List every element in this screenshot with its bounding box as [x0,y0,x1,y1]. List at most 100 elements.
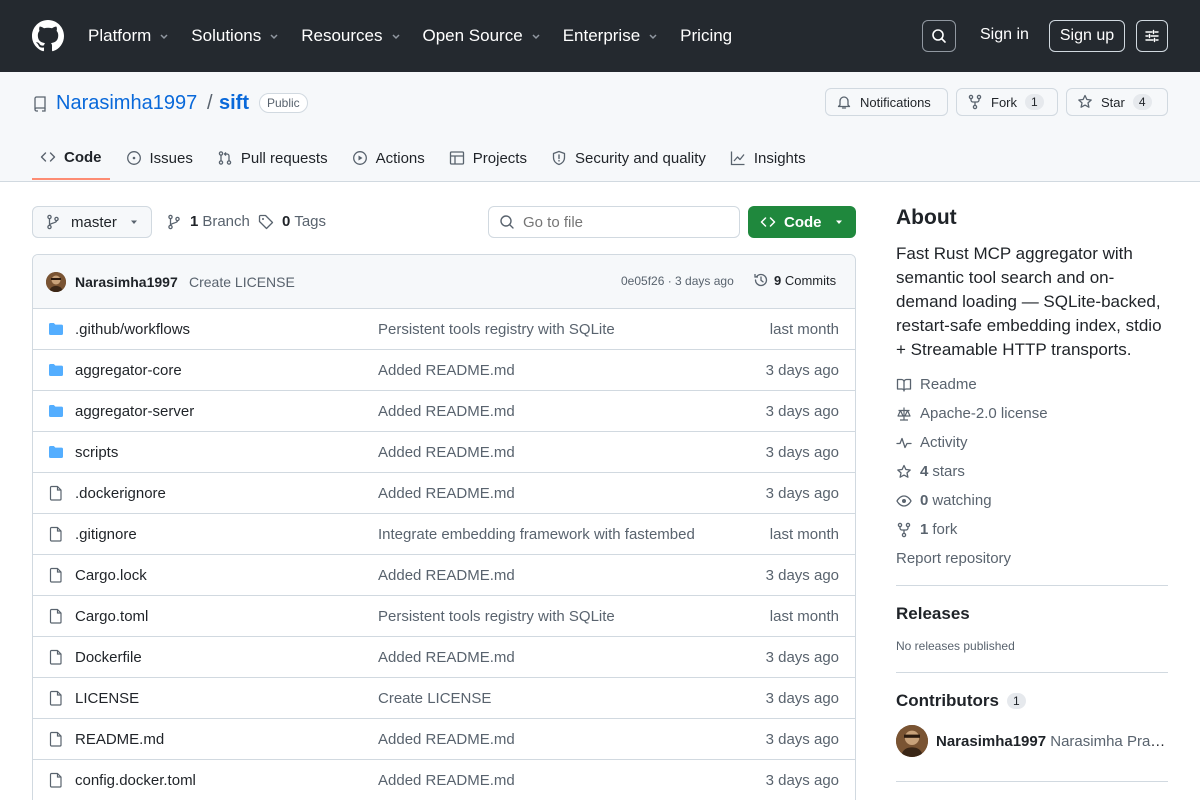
table-row[interactable]: Dockerfile Added README.md 3 days ago [33,637,855,678]
contributor-link[interactable]: Narasimha1997 Narasimha Pras... [936,733,1166,750]
file-name-link[interactable]: .github/workflows [75,321,190,338]
nav-solutions[interactable]: Solutions [191,26,279,46]
tab-actions[interactable]: Actions [344,136,433,180]
search-button[interactable] [922,20,956,52]
table-row[interactable]: aggregator-server Added README.md 3 days a… [33,391,855,432]
tag-label: Tags [294,213,327,230]
branch-selector[interactable]: master [32,206,152,238]
file-name-link[interactable]: LICENSE [75,690,139,707]
nav-resources[interactable]: Resources [301,26,400,46]
book-icon [896,377,920,393]
license-link[interactable]: Apache-2.0 license [896,405,1048,422]
avatar[interactable] [46,272,66,292]
folder-icon [48,444,64,460]
table-row[interactable]: aggregator-core Added README.md 3 days ago [33,350,855,391]
file-name-link[interactable]: .dockerignore [75,485,166,502]
table-row[interactable]: README.md Added README.md 3 days ago [33,719,855,760]
tab-security[interactable]: Security and quality [543,136,714,180]
commit-age: 3 days ago [765,649,839,666]
license-label: Apache-2.0 license [920,405,1048,422]
commit-message-link[interactable]: Added README.md [378,772,515,789]
tab-insights[interactable]: Insights [722,136,814,180]
commit-message-link[interactable]: Persistent tools registry with SQLite [378,608,615,625]
commit-message-link[interactable]: Added README.md [378,444,515,461]
repo-name-link[interactable]: sift [219,92,249,115]
go-to-file-field[interactable] [488,206,740,238]
caret-down-icon [129,217,139,227]
stars-count: 4 [920,463,929,480]
file-icon [48,526,64,542]
commit-message-link[interactable]: Integrate embedding framework with faste… [378,526,695,543]
sign-up-button[interactable]: Sign up [1049,20,1125,52]
code-dropdown-button[interactable]: Code [748,206,856,238]
table-row[interactable]: scripts Added README.md 3 days ago [33,432,855,473]
commit-message[interactable]: Create LICENSE [189,274,295,290]
commits-link[interactable]: 9 Commits [753,272,836,288]
repo-owner-link[interactable]: Narasimha1997 [56,92,197,115]
file-browser: Narasimha1997 Create LICENSE 0e05f26 · 3… [32,254,856,800]
file-name-link[interactable]: config.docker.toml [75,772,196,789]
avatar[interactable] [896,725,928,757]
table-row[interactable]: .github/workflows Persistent tools regist… [33,309,855,350]
commit-message-link[interactable]: Create LICENSE [378,690,491,707]
file-name-link[interactable]: .gitignore [75,526,137,543]
table-row[interactable]: config.docker.toml Added README.md 3 days … [33,760,855,800]
commit-message-link[interactable]: Added README.md [378,731,515,748]
commit-message-link[interactable]: Added README.md [378,403,515,420]
contributor-full-name: Narasimha Pras... [1050,733,1166,750]
code-icon [760,214,776,230]
branches-link[interactable]: 1 Branch [166,213,250,230]
star-button[interactable]: Star 4 [1066,88,1168,116]
github-logo-icon[interactable] [32,20,64,52]
table-row[interactable]: .gitignore Integrate embedding framework … [33,514,855,555]
commit-author[interactable]: Narasimha1997 [75,274,178,290]
forks-link[interactable]: 1 fork [896,521,957,538]
about-description: Fast Rust MCP aggregator with semantic t… [896,244,1162,359]
readme-link[interactable]: Readme [896,376,977,393]
file-name-link[interactable]: Dockerfile [75,649,142,666]
file-name-link[interactable]: Cargo.toml [75,608,148,625]
file-name-link[interactable]: aggregator-core [75,362,182,379]
settings-menu-button[interactable] [1136,20,1168,52]
visibility-badge: Public [259,93,308,113]
tab-pull-requests[interactable]: Pull requests [209,136,336,180]
nav-pricing[interactable]: Pricing [680,26,732,46]
releases-heading[interactable]: Releases [896,604,970,624]
tags-link[interactable]: 0 Tags [258,213,326,230]
nav-platform[interactable]: Platform [88,26,169,46]
nav-enterprise[interactable]: Enterprise [563,26,658,46]
table-row[interactable]: LICENSE Create LICENSE 3 days ago [33,678,855,719]
contributors-title: Contributors [896,691,999,710]
activity-link[interactable]: Activity [896,434,968,451]
file-name-link[interactable]: README.md [75,731,164,748]
go-to-file-input[interactable] [523,213,723,231]
tab-code[interactable]: Code [32,136,110,180]
notifications-button[interactable]: Notifications [825,88,948,116]
file-name-link[interactable]: scripts [75,444,118,461]
nav-open-source[interactable]: Open Source [423,26,541,46]
commits-count: 9 [774,272,782,288]
play-icon [352,150,376,166]
commit-message-link[interactable]: Added README.md [378,485,515,502]
stars-link[interactable]: 4 stars [896,463,965,480]
fork-count: 1 [1025,94,1044,110]
global-header: Platform Solutions Resources Open Source… [0,0,1200,72]
tab-issues[interactable]: Issues [118,136,201,180]
fork-button[interactable]: Fork 1 [956,88,1058,116]
commit-hash-age[interactable]: 0e05f26 · 3 days ago [621,274,734,288]
file-name-link[interactable]: Cargo.lock [75,567,147,584]
commit-message-link[interactable]: Added README.md [378,567,515,584]
report-repository-link[interactable]: Report repository [896,550,1011,567]
commit-message-link[interactable]: Added README.md [378,362,515,379]
table-row[interactable]: Cargo.toml Persistent tools registry with… [33,596,855,637]
contributors-heading[interactable]: Contributors 1 [896,691,1026,711]
table-row[interactable]: .dockerignore Added README.md 3 days ago [33,473,855,514]
star-label: Star [1101,94,1125,110]
watching-link[interactable]: 0 watching [896,492,992,509]
tab-projects[interactable]: Projects [441,136,535,180]
sign-in-link[interactable]: Sign in [980,26,1029,44]
commit-message-link[interactable]: Added README.md [378,649,515,666]
commit-message-link[interactable]: Persistent tools registry with SQLite [378,321,615,338]
table-row[interactable]: Cargo.lock Added README.md 3 days ago [33,555,855,596]
file-name-link[interactable]: aggregator-server [75,403,194,420]
